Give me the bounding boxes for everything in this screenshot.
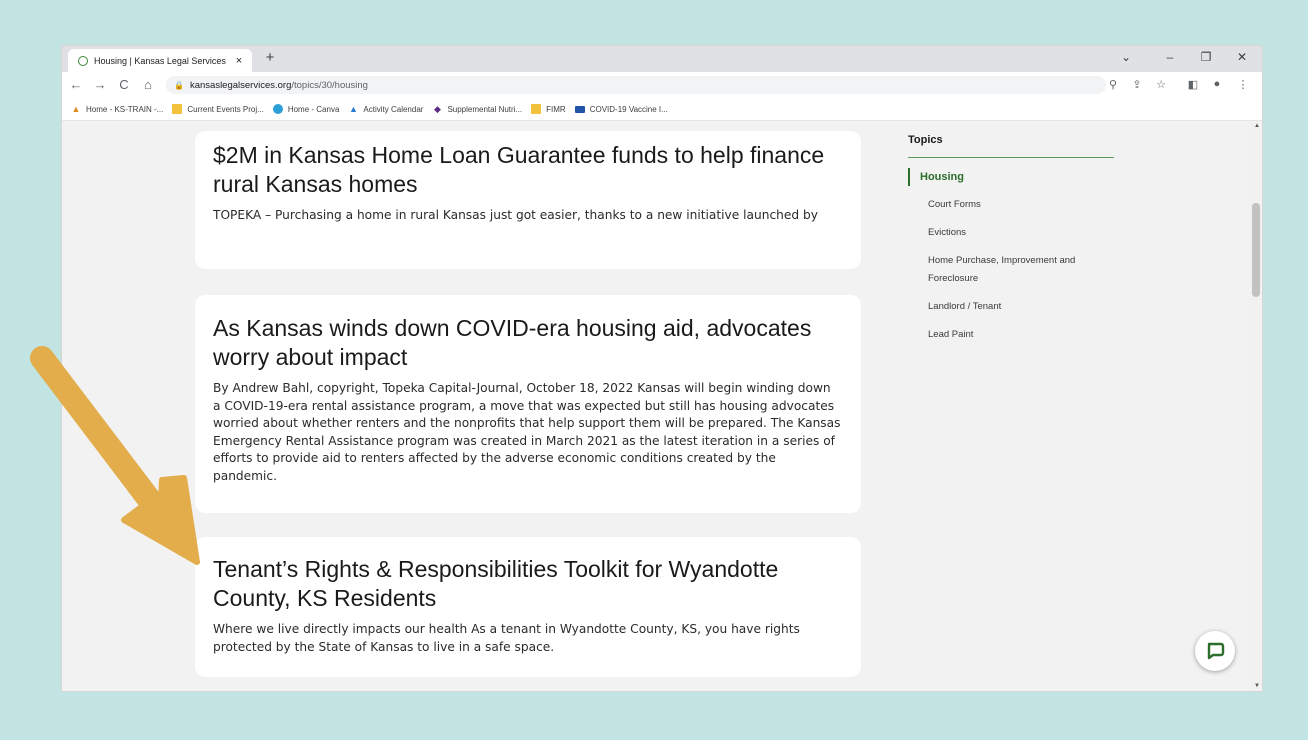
annotation-arrow-icon: [30, 346, 200, 565]
